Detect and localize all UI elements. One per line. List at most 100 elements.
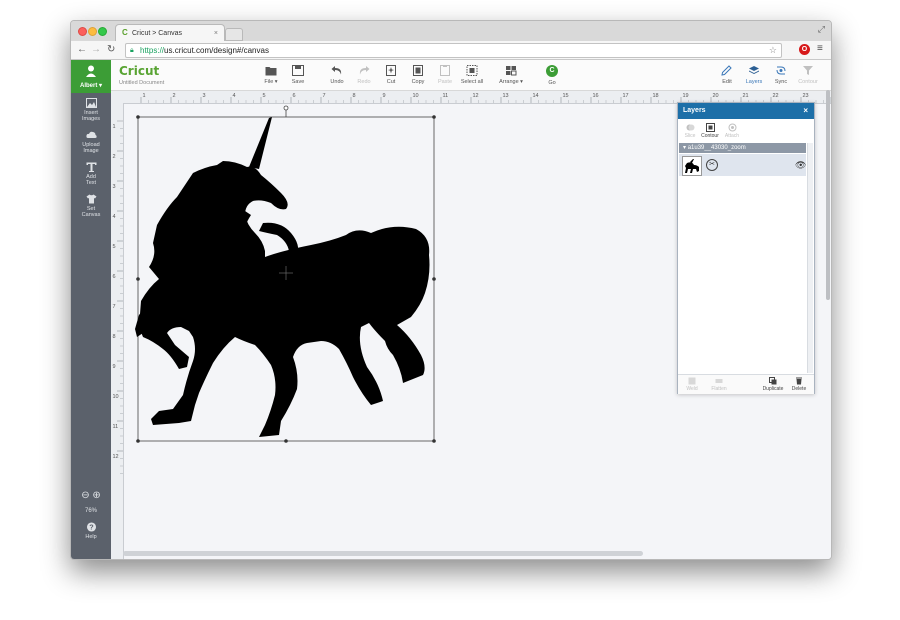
close-window-button[interactable]	[78, 27, 87, 36]
sidebar-item-upload-image[interactable]: Upload Image	[71, 130, 111, 154]
rotate-handle[interactable]	[283, 105, 289, 111]
undo-label: Undo	[330, 79, 344, 85]
contour-label: Contour	[701, 133, 719, 139]
ruler-label: 20	[713, 93, 719, 99]
new-tab-button[interactable]	[225, 28, 243, 41]
undo-button[interactable]: Undo	[322, 65, 352, 85]
extension-icon[interactable]: O	[799, 44, 810, 55]
undo-icon	[331, 66, 342, 75]
weld-button[interactable]: Weld	[682, 377, 702, 392]
redo-button[interactable]: Redo	[349, 65, 379, 85]
sync-label: Sync	[774, 79, 788, 85]
horizontal-scrollbar[interactable]	[123, 551, 643, 556]
contour-panel-icon	[705, 123, 715, 132]
duplicate-label: Duplicate	[762, 386, 784, 392]
weld-icon	[688, 377, 696, 385]
copy-icon	[413, 65, 423, 76]
ruler-label: 14	[533, 93, 539, 99]
scissors-icon[interactable]: ✂	[706, 159, 718, 171]
sidebar-item-help[interactable]: ? Help	[71, 522, 111, 540]
copy-button[interactable]: Copy	[403, 65, 433, 85]
delete-label: Delete	[791, 386, 807, 392]
arrange-menu-button[interactable]: Arrange ▾	[496, 65, 526, 85]
layer-item[interactable]: ✂ 👁︎	[679, 154, 806, 176]
save-disk-icon	[292, 65, 304, 76]
browser-menu-icon[interactable]: ≡	[817, 43, 823, 54]
save-label: Save	[291, 79, 305, 85]
bookmark-star-icon[interactable]: ☆	[769, 44, 777, 57]
ruler-label: 1	[143, 93, 146, 99]
ruler-label: 17	[623, 93, 629, 99]
attach-button[interactable]: Attach	[720, 123, 744, 139]
minimize-window-button[interactable]	[88, 27, 97, 36]
browser-tab[interactable]: C Cricut > Canvas ×	[115, 24, 225, 42]
left-ruler: 123456789101112	[111, 103, 124, 559]
zoom-out-icon[interactable]: ⊖	[81, 490, 89, 501]
delete-button[interactable]: Delete	[788, 377, 810, 392]
expand-triangle-icon[interactable]: ▾	[683, 145, 686, 151]
cut-icon	[386, 65, 396, 76]
trash-icon	[796, 377, 802, 385]
reload-icon[interactable]: ↻	[107, 43, 115, 57]
ruler-label: 7	[323, 93, 326, 99]
sidebar-item-set-canvas[interactable]: Set Canvas	[71, 194, 111, 218]
slice-icon	[686, 124, 694, 131]
sync-button[interactable]: Sync	[766, 65, 796, 85]
sidebar-label-line2: Images	[81, 116, 101, 122]
zoom-controls: ⊖ ⊕	[71, 490, 111, 501]
file-menu-button[interactable]: File ▾	[256, 65, 286, 85]
unicorn-image[interactable]	[131, 105, 441, 443]
url-input[interactable]: 🔒︎ https://us.cricut.com/design#/canvas …	[125, 43, 782, 58]
back-arrow-icon[interactable]: ←	[77, 43, 87, 57]
browser-window: C Cricut > Canvas × ⤢ ← → ↻ 🔒︎ https://u…	[70, 20, 832, 560]
zoom-in-icon[interactable]: ⊕	[92, 490, 100, 501]
select-all-button[interactable]: Select all	[457, 65, 487, 85]
document-name: Untitled Document	[119, 80, 165, 86]
ruler-label: 21	[743, 93, 749, 99]
contour-icon	[803, 66, 813, 75]
ruler-label: 10	[413, 93, 419, 99]
redo-label: Redo	[357, 79, 371, 85]
flatten-button[interactable]: Flatten	[706, 377, 732, 392]
cut-button[interactable]: Cut	[376, 65, 406, 85]
layers-button[interactable]: Layers	[739, 65, 769, 85]
layers-panel-header: Layers ×	[678, 103, 814, 119]
weld-label: Weld	[686, 386, 698, 392]
cricut-logo: Cricut	[119, 64, 160, 78]
go-button[interactable]: C Go	[537, 65, 567, 86]
zoom-window-button[interactable]	[98, 27, 107, 36]
fullscreen-icon[interactable]: ⤢	[818, 24, 825, 35]
ruler-label: 9	[113, 364, 116, 370]
contour-toolbar-label: Contour	[798, 79, 818, 85]
paste-button[interactable]: Paste	[430, 65, 460, 85]
sidebar-item-add-text[interactable]: Add Text	[71, 162, 111, 186]
address-bar-row: ← → ↻ 🔒︎ https://us.cricut.com/design#/c…	[71, 41, 831, 60]
flatten-icon	[715, 379, 723, 383]
page-vertical-scrollbar[interactable]	[826, 90, 830, 300]
contour-button[interactable]: Contour	[698, 123, 722, 139]
sidebar-item-insert-images[interactable]: Insert Images	[71, 98, 111, 122]
edit-button[interactable]: Edit	[712, 65, 742, 85]
copy-label: Copy	[411, 79, 425, 85]
ruler-label: 2	[113, 154, 116, 160]
unicorn-silhouette	[135, 117, 430, 437]
tab-bar: C Cricut > Canvas × ⤢	[71, 21, 831, 42]
sidebar-label-line2: Text	[85, 180, 97, 186]
ruler-label: 23	[803, 93, 809, 99]
forward-arrow-icon[interactable]: →	[91, 43, 101, 57]
left-sidebar: Albert ▾ Insert Images Upload Image Add …	[71, 60, 111, 559]
layers-panel-close-icon[interactable]: ×	[803, 103, 808, 119]
redo-icon	[359, 66, 370, 75]
ruler-label: 7	[113, 304, 116, 310]
user-menu[interactable]: Albert ▾	[71, 60, 111, 93]
visibility-eye-icon[interactable]: 👁︎	[795, 160, 806, 171]
sidebar-label-line2: Image	[83, 148, 99, 154]
contour-button-toolbar[interactable]: Contour	[793, 65, 823, 85]
tab-close-icon[interactable]: ×	[214, 25, 218, 42]
duplicate-button[interactable]: Duplicate	[758, 377, 788, 392]
layer-group-row[interactable]: ▾ a1u39__43030_zoom	[679, 143, 806, 153]
save-button[interactable]: Save	[283, 65, 313, 85]
ruler-label: 3	[203, 93, 206, 99]
layers-scrollbar[interactable]	[807, 143, 813, 373]
attach-label: Attach	[724, 133, 740, 139]
